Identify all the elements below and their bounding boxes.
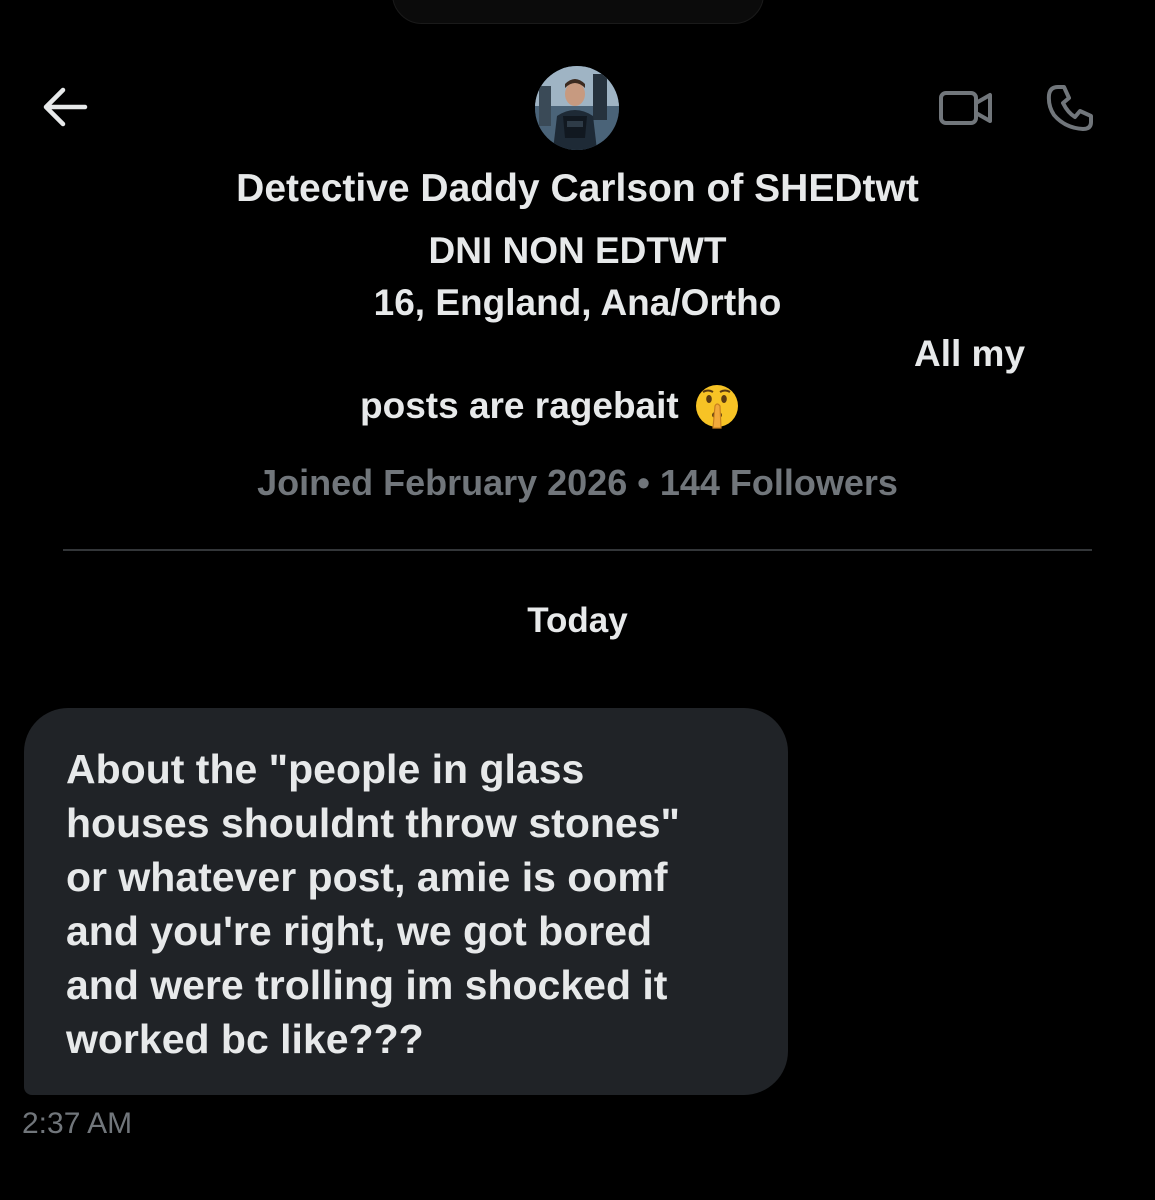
profile-meta: Joined February 2026 • 144 Followers	[257, 462, 898, 503]
back-button[interactable]	[36, 82, 92, 132]
arrow-left-icon	[43, 87, 88, 127]
profile-display-name[interactable]: Detective Daddy Carlson of SHEDtwt	[0, 167, 1155, 211]
message-text: About the "people in glass houses should…	[66, 746, 680, 1062]
profile-bio-line-with-emoji: posts are ragebait	[360, 382, 741, 430]
video-camera-icon	[939, 91, 992, 125]
dynamic-island	[392, 0, 764, 24]
profile-photo	[535, 66, 619, 150]
profile-bio-line: All my	[914, 333, 1026, 374]
voice-call-button[interactable]	[1038, 80, 1102, 136]
profile-bio-text: posts are ragebait	[360, 385, 679, 426]
divider	[63, 549, 1092, 551]
date-separator: Today	[527, 601, 628, 640]
shushing-face-icon	[695, 385, 738, 429]
profile-bio-line: DNI NON EDTWT	[428, 230, 727, 271]
message-timestamp: 2:37 AM	[22, 1107, 133, 1140]
video-call-button[interactable]	[934, 80, 998, 136]
message-bubble[interactable]: About the "people in glass houses should…	[24, 708, 788, 1095]
profile-bio-line: 16, England, Ana/Ortho	[373, 282, 782, 323]
phone-icon	[1046, 85, 1093, 131]
avatar[interactable]	[535, 66, 619, 150]
